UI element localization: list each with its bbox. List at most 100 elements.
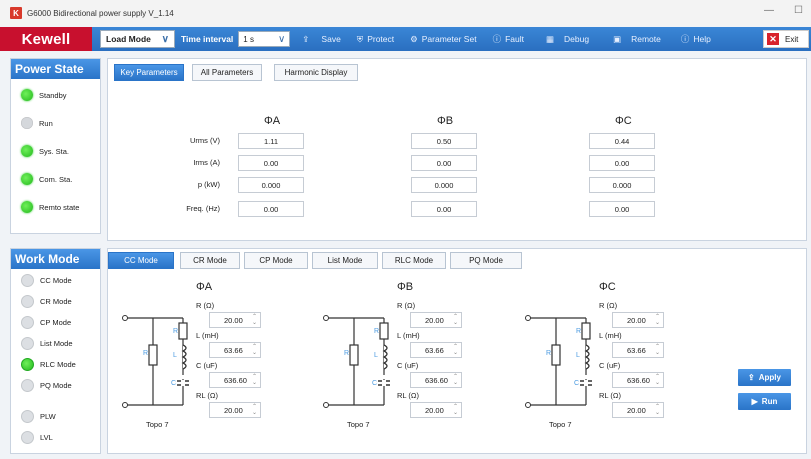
fault-button[interactable]: ⓘ Fault: [493, 33, 524, 45]
status-led-icon: [21, 145, 33, 157]
rlc-value: 63.66: [425, 345, 444, 355]
circuit-label: R: [143, 350, 148, 357]
rlc-value-stepper[interactable]: 636.60 ⌃ ⌄: [209, 372, 261, 388]
power-state-item: Sys. Sta.: [21, 145, 69, 157]
remote-button[interactable]: ▣ Remote: [613, 33, 661, 45]
rlc-value-stepper[interactable]: 63.66 ⌃ ⌄: [410, 342, 462, 358]
param-value-field: 0.50: [411, 133, 477, 149]
tab-list-mode[interactable]: List Mode: [312, 252, 378, 269]
work-mode-option[interactable]: CC Mode: [21, 274, 72, 287]
apply-button[interactable]: ⇪ Apply: [738, 369, 791, 386]
wire-gap: [181, 380, 185, 386]
rlc-circuit-diagram: R R L C: [323, 315, 390, 408]
inductor-icon: [181, 344, 187, 370]
work-mode-label: CC Mode: [40, 276, 72, 285]
rlc-value-stepper[interactable]: 20.00 ⌃ ⌄: [410, 402, 462, 418]
load-mode-select[interactable]: Load Mode ∨: [100, 30, 175, 48]
work-mode-option[interactable]: PLW: [21, 410, 56, 423]
work-mode-option[interactable]: CP Mode: [21, 316, 71, 329]
stepper-arrows-icon[interactable]: ⌃ ⌄: [453, 403, 458, 417]
work-mode-label: CP Mode: [40, 318, 72, 327]
help-icon: ⓘ: [680, 34, 690, 44]
rlc-value-stepper[interactable]: 20.00 ⌃ ⌄: [612, 312, 664, 328]
rlc-value-stepper[interactable]: 20.00 ⌃ ⌄: [612, 402, 664, 418]
radio-icon: [21, 410, 34, 423]
tab-cr-mode[interactable]: CR Mode: [180, 252, 240, 269]
rlc-phase-header: ΦB: [397, 281, 414, 293]
parameter-set-button[interactable]: ⚙ Parameter Set: [410, 33, 476, 45]
stepper-arrows-icon[interactable]: ⌃ ⌄: [252, 343, 257, 357]
rlc-value: 63.66: [627, 345, 646, 355]
stepper-arrows-icon[interactable]: ⌃ ⌄: [655, 373, 660, 387]
work-mode-label: PLW: [40, 412, 56, 421]
work-mode-option[interactable]: LVL: [21, 431, 53, 444]
work-mode-option[interactable]: RLC Mode: [21, 358, 76, 371]
tab-cc-mode[interactable]: CC Mode: [108, 252, 174, 269]
maximize-button[interactable]: ☐: [794, 5, 803, 16]
rlc-value-stepper[interactable]: 636.60 ⌃ ⌄: [410, 372, 462, 388]
rlc-value: 636.60: [224, 375, 247, 385]
param-value-field: 1.11: [238, 133, 304, 149]
radio-icon: [21, 431, 34, 444]
stepper-arrows-icon[interactable]: ⌃ ⌄: [453, 313, 458, 327]
rlc-value: 20.00: [425, 405, 444, 415]
status-led-icon: [21, 173, 33, 185]
tab-harmonic-display[interactable]: Harmonic Display: [274, 64, 358, 81]
help-button[interactable]: ⓘ Help: [681, 33, 711, 45]
stepper-arrows-icon[interactable]: ⌃ ⌄: [655, 313, 660, 327]
rlc-value-stepper[interactable]: 20.00 ⌃ ⌄: [209, 402, 261, 418]
fault-label: Fault: [505, 34, 524, 44]
stepper-arrows-icon[interactable]: ⌃ ⌄: [655, 403, 660, 417]
stepper-arrows-icon[interactable]: ⌃ ⌄: [252, 373, 257, 387]
work-mode-panel: Work Mode CC Mode CR Mode CP Mode List Mode…: [10, 248, 101, 454]
tab-rlc-mode[interactable]: RLC Mode: [382, 252, 446, 269]
shield-icon: ⛨: [356, 33, 364, 44]
exit-button[interactable]: ✕ Exit: [763, 30, 809, 48]
resistor-icon: [178, 322, 188, 340]
wire-gap: [382, 380, 386, 386]
rlc-field-label: L (mH): [196, 331, 219, 340]
stepper-arrows-icon[interactable]: ⌃ ⌄: [655, 343, 660, 357]
rlc-value-stepper[interactable]: 20.00 ⌃ ⌄: [209, 312, 261, 328]
work-mode-option[interactable]: PQ Mode: [21, 379, 72, 392]
radio-icon: [21, 316, 34, 329]
rlc-value-stepper[interactable]: 63.66 ⌃ ⌄: [612, 342, 664, 358]
rlc-phase-header: ΦC: [599, 281, 616, 293]
wire-gap: [584, 375, 588, 379]
protect-button[interactable]: ⛨ Protect: [357, 33, 394, 45]
circuit-label: R: [576, 328, 581, 335]
run-button[interactable]: ▶ Run: [738, 393, 791, 410]
tab-pq-mode[interactable]: PQ Mode: [450, 252, 522, 269]
apply-icon: ⇪: [748, 373, 755, 382]
rlc-field-label: RL (Ω): [397, 391, 419, 400]
stepper-arrows-icon[interactable]: ⌃ ⌄: [453, 343, 458, 357]
save-button[interactable]: ⇪ Save: [302, 33, 341, 45]
topology-label: Topo 7: [347, 420, 370, 429]
inductor-icon: [382, 344, 388, 370]
rlc-value-stepper[interactable]: 63.66 ⌃ ⌄: [209, 342, 261, 358]
work-mode-option[interactable]: List Mode: [21, 337, 73, 350]
stepper-arrows-icon[interactable]: ⌃ ⌄: [252, 313, 257, 327]
tab-all-parameters[interactable]: All Parameters: [192, 64, 262, 81]
rlc-value-stepper[interactable]: 636.60 ⌃ ⌄: [612, 372, 664, 388]
param-row-label: p (kW): [197, 180, 220, 189]
rlc-value-stepper[interactable]: 20.00 ⌃ ⌄: [410, 312, 462, 328]
time-interval-select[interactable]: 1 s ∨: [238, 31, 291, 47]
debug-button[interactable]: ▦ Debug: [546, 33, 589, 45]
run-label: Run: [761, 397, 778, 406]
stepper-arrows-icon[interactable]: ⌃ ⌄: [453, 373, 458, 387]
tab-cp-mode[interactable]: CP Mode: [244, 252, 308, 269]
load-mode-value: Load Mode: [106, 34, 151, 44]
param-value-field: 0.00: [589, 155, 655, 171]
tab-key-parameters[interactable]: Key Parameters: [114, 64, 184, 81]
status-led-icon: [21, 117, 33, 129]
circuit-label: C: [574, 380, 579, 387]
resistor-icon: [349, 344, 359, 366]
work-mode-label: CR Mode: [40, 297, 72, 306]
work-mode-option[interactable]: CR Mode: [21, 295, 72, 308]
monitor-icon: ▣: [613, 33, 622, 44]
stepper-arrows-icon[interactable]: ⌃ ⌄: [252, 403, 257, 417]
work-mode-label: List Mode: [40, 339, 73, 348]
power-state-panel: Power State Standby Run Sys. Sta. Com. Sta.…: [10, 58, 101, 234]
minimize-button[interactable]: —: [764, 5, 774, 16]
